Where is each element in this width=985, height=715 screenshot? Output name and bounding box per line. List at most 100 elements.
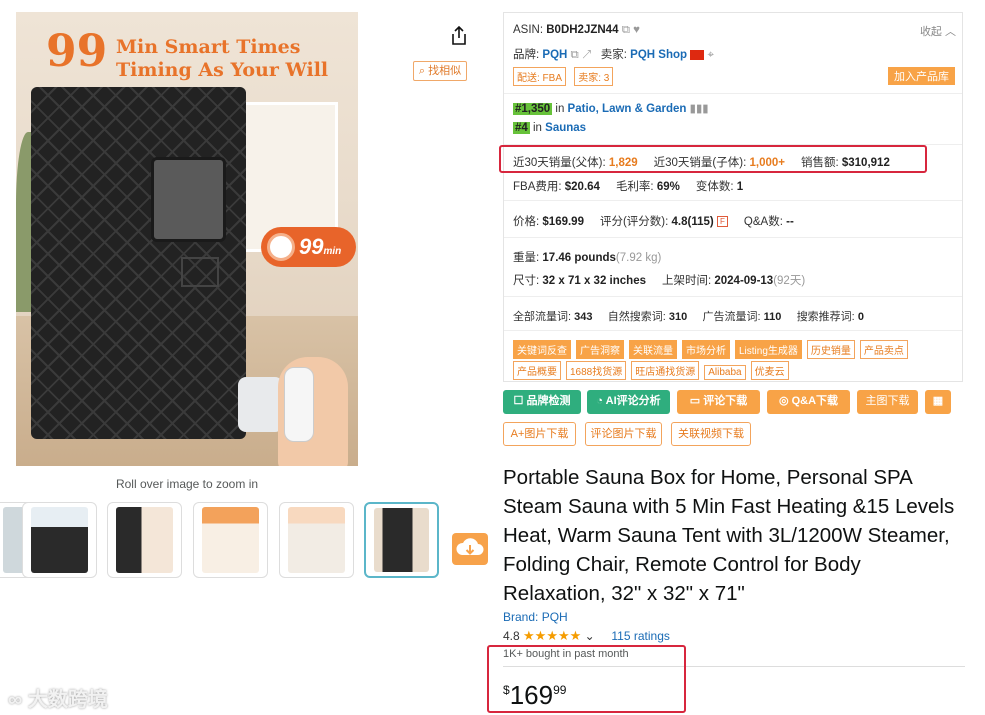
fba-row: FBA费用: $20.64 毛利率: 69% 变体数: 1 [513,178,743,194]
chevron-up-icon: ︿ [945,26,956,38]
tool-tag[interactable]: 旺店通找货源 [631,361,700,380]
weight-row: 重量: 17.46 pounds(7.92 kg) [513,249,661,265]
price-rating-row: 价格: $169.99 评分(评分数): 4.8(115) F Q&A数: -- [513,213,794,229]
sales-highlight-box [499,145,927,173]
tool-tag[interactable]: 关联流量 [629,340,677,359]
margin-label: 毛利率: [615,181,654,193]
traffic-all-value[interactable]: 343 [574,311,592,323]
tool-tag[interactable]: 市场分析 [682,340,730,359]
rank-badge: #1,350 [513,103,553,115]
fulfillment-tags: 配送: FBA 卖家: 3 [513,67,618,86]
ai-review-button[interactable]: ◔ AI评论分析 [587,390,670,414]
tool-tag[interactable]: Alibaba [704,365,746,380]
timer-badge-value: 99 [299,234,324,259]
ratings-count-link[interactable]: 115 ratings [611,629,669,643]
external-link-icon[interactable]: ↗ [582,49,591,61]
headline-line1: Min Smart Times [116,36,301,58]
collapse-label: 收起 [919,26,942,38]
product-title: Portable Sauna Box for Home, Personal SP… [503,466,955,605]
thumbnail[interactable] [193,502,268,578]
calculator-button[interactable]: ▦ [925,390,951,414]
sellers-tag[interactable]: 卖家: 3 [574,67,614,86]
china-flag-icon [690,49,705,60]
thumbnail[interactable] [279,502,354,578]
main-image-download-button[interactable]: 主图下载 [857,390,918,414]
ai-review-label: AI评论分析 [605,395,661,407]
sauna-pocket [181,257,219,287]
heart-icon[interactable]: ♥ [633,24,640,36]
tool-tags-row-2: 产品概要 1688找货源 旺店通找货源 Alibaba 优麦云 [513,361,794,380]
timer-badge: 99min [261,227,356,267]
checkbox-icon: ☐ [513,395,524,407]
tool-tag[interactable]: 1688找货源 [566,361,627,380]
brand-check-label: 品牌检测 [526,395,571,407]
review-image-download-button[interactable]: 评论图片下载 [585,422,662,446]
tool-tag[interactable]: 广告洞察 [576,340,624,359]
qa-download-button[interactable]: ◎ Q&A下载 [767,390,850,414]
headline-line2: Timing As Your Will [116,59,329,81]
rank-category-link[interactable]: Saunas [545,122,586,134]
tool-tag[interactable]: 产品卖点 [859,340,908,359]
asin-row: ASIN: B0DH2JZN44 ⧉ ♥ [513,24,640,37]
traffic-ad-value[interactable]: 110 [764,311,782,323]
rank-badge: #4 [513,122,530,134]
rank-category-link[interactable]: Patio, Lawn & Garden [568,103,687,115]
share-icon[interactable] [450,26,468,46]
size-row: 尺寸: 32 x 71 x 32 inches 上架时间: 2024-09-13… [513,272,805,288]
fakespot-icon[interactable]: F [716,216,728,228]
tool-tag[interactable]: 历史销量 [806,340,855,359]
related-video-download-button[interactable]: 关联视频下载 [671,422,751,446]
thumbnail[interactable] [107,502,182,578]
rank-in: in [533,122,542,134]
chevron-down-icon[interactable]: ⌄ [585,629,595,643]
rank-row-1: #1,350 in Patio, Lawn & Garden ▮▮▮ [513,101,709,115]
traffic-row: 全部流量词: 343 自然搜索词: 310 广告流量词: 110 搜索推荐词: … [513,308,864,324]
seller-label: 卖家: [600,49,627,61]
asin-label: ASIN: [513,24,544,36]
star-rating-icon[interactable]: ★★★★★ [523,628,581,643]
thumbnail-selected[interactable] [364,502,439,578]
tool-tag[interactable]: 优麦云 [750,361,789,380]
comment-icon: ▭ [689,395,701,407]
traffic-all-label: 全部流量词: [513,311,572,323]
copy-icon[interactable]: ⧉ [622,24,630,36]
find-similar-button[interactable]: ⌕ 找相似 [413,61,467,81]
bar-chart-icon[interactable]: ▮▮▮ [690,103,709,115]
rank-in: in [555,103,565,115]
add-to-library-button[interactable]: 加入产品库 [888,67,955,85]
traffic-organic-value[interactable]: 310 [669,311,687,323]
brand-link[interactable]: PQH [542,49,567,61]
size-label: 尺寸: [513,275,540,287]
product-info-panel: ASIN: B0DH2JZN44 ⧉ ♥ 收起 ︿ 品牌: PQH ⧉ ↗ 卖家… [503,12,963,382]
cloud-download-icon [456,538,484,555]
tool-tag[interactable]: Listing生成器 [735,340,802,359]
thumbnail[interactable] [22,502,97,578]
main-product-image[interactable]: 99 Min Smart Times Timing As Your Will 9… [16,12,358,466]
copy-icon[interactable]: ⧉ [571,49,579,61]
asin-value[interactable]: B0DH2JZN44 [546,24,618,36]
qa-label: Q&A数: [743,216,783,228]
variants-value: 1 [736,181,744,193]
weight-kg: (7.92 kg) [615,252,662,264]
listed-value: 2024-09-13 [714,275,774,287]
tool-tag[interactable]: 产品概要 [513,361,561,380]
steamer [238,377,283,432]
aplus-image-download-button[interactable]: A+图片下载 [503,422,576,446]
review-download-label: 评论下载 [703,395,748,407]
watermark-text: 大数跨境 [27,689,108,711]
rating-value: 4.8(115) [671,216,714,228]
rating-label: 评分(评分数): [599,216,669,228]
brand-store-link[interactable]: Brand: PQH [503,610,568,624]
review-download-button[interactable]: ▭ 评论下载 [677,390,760,414]
clock-icon [267,233,295,261]
qa-download-label: Q&A下载 [791,395,839,407]
seller-link[interactable]: PQH Shop [630,49,687,61]
zoom-hint: Roll over image to zoom in [115,477,259,491]
brand-check-button[interactable]: ☐ 品牌检测 [503,390,581,414]
cloud-download-button[interactable] [452,533,488,565]
traffic-rec-value[interactable]: 0 [858,311,864,323]
rating-number: 4.8 [503,629,520,643]
tool-tag[interactable]: 关键词反查 [513,340,571,359]
collapse-toggle[interactable]: 收起 ︿ [920,23,956,39]
price-highlight-box [487,645,686,713]
